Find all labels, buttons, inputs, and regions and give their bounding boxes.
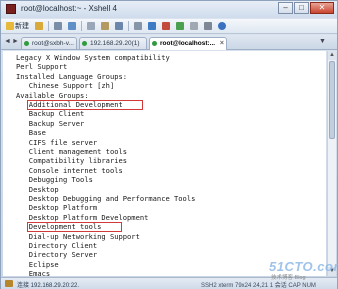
search-icon	[115, 22, 123, 30]
color-scheme-button[interactable]	[146, 21, 158, 32]
connection-icon	[5, 280, 13, 287]
font-icon	[162, 22, 170, 30]
keyboard-icon	[204, 22, 212, 30]
terminal-line: Emacs	[16, 269, 51, 276]
disconnect-button[interactable]	[52, 21, 64, 32]
title-bar[interactable]: root@localhost:~ - Xshell 4 – □ ✕	[1, 1, 337, 18]
print-icon	[134, 22, 142, 30]
folder-icon	[35, 22, 43, 30]
lock-icon	[190, 22, 198, 30]
connection-status: 连接 192.168.29.20:22.	[17, 283, 80, 289]
new-session-icon	[6, 22, 14, 30]
toolbar-divider	[48, 21, 49, 31]
xshell-app-icon	[6, 4, 16, 14]
tab-session-2[interactable]: 192.168.29.20(1)	[79, 37, 147, 49]
highlight-box	[26, 221, 122, 232]
print-button[interactable]	[132, 21, 144, 32]
keyboard-button[interactable]	[202, 21, 214, 32]
disconnect-icon	[54, 22, 62, 30]
copy-button[interactable]	[85, 21, 97, 32]
fullscreen-button[interactable]	[174, 21, 186, 32]
connected-status-icon	[82, 41, 87, 46]
toolbar-divider	[128, 21, 129, 31]
terminal-output[interactable]: Legacy X Window System compatibility Perl…	[3, 51, 326, 276]
scroll-thumb[interactable]	[329, 61, 335, 139]
toolbar: 新建	[1, 19, 337, 34]
connected-status-icon	[152, 41, 157, 46]
lock-button[interactable]	[188, 21, 200, 32]
watermark-logo: 51CTO.com	[269, 259, 338, 274]
tab-label: 192.168.29.20(1)	[90, 40, 140, 47]
minimize-button[interactable]: –	[278, 2, 293, 14]
tab-label: root@sxbh-v...	[32, 40, 74, 47]
reconnect-button[interactable]	[66, 21, 78, 32]
help-icon	[218, 22, 226, 30]
connected-status-icon	[24, 41, 29, 46]
maximize-button[interactable]: □	[294, 2, 309, 14]
tab-session-1[interactable]: root@sxbh-v...	[21, 37, 77, 49]
tab-label: root@localhost:...	[160, 40, 216, 47]
new-session-button[interactable]: 新建	[4, 21, 31, 32]
terminal-scrollbar[interactable]: ▲ ▼	[327, 51, 336, 276]
tab-session-3[interactable]: root@localhost:... ×	[149, 37, 227, 50]
tab-scroll-left-icon[interactable]: ◄	[4, 38, 11, 45]
close-button[interactable]: ✕	[310, 2, 334, 14]
fullscreen-icon	[176, 22, 184, 30]
copy-icon	[87, 22, 95, 30]
find-button[interactable]	[113, 21, 125, 32]
session-tab-bar: ◄ ► root@sxbh-v... 192.168.29.20(1) root…	[1, 35, 337, 50]
globe-icon	[148, 22, 156, 30]
new-session-label: 新建	[15, 22, 29, 30]
tab-menu-icon[interactable]: ▼	[319, 38, 326, 45]
open-folder-button[interactable]	[33, 21, 45, 32]
scroll-up-icon[interactable]: ▲	[328, 51, 336, 60]
xshell-window: root@localhost:~ - Xshell 4 – □ ✕ 新建 ◄ ►	[0, 0, 338, 289]
window-controls: – □ ✕	[278, 2, 334, 15]
paste-icon	[101, 22, 109, 30]
tab-close-icon[interactable]: ×	[220, 38, 224, 49]
toolbar-divider	[81, 21, 82, 31]
reconnect-icon	[68, 22, 76, 30]
help-button[interactable]	[216, 21, 228, 32]
tab-scroll-right-icon[interactable]: ►	[12, 38, 19, 45]
window-title: root@localhost:~ - Xshell 4	[21, 4, 117, 13]
paste-button[interactable]	[99, 21, 111, 32]
highlight-box	[26, 99, 143, 110]
watermark-subtitle: 技术博客 Blog	[271, 275, 306, 281]
session-info: SSH2 xterm 79x24 24,21 1 会话 CAP NUM	[201, 283, 316, 289]
font-button[interactable]	[160, 21, 172, 32]
